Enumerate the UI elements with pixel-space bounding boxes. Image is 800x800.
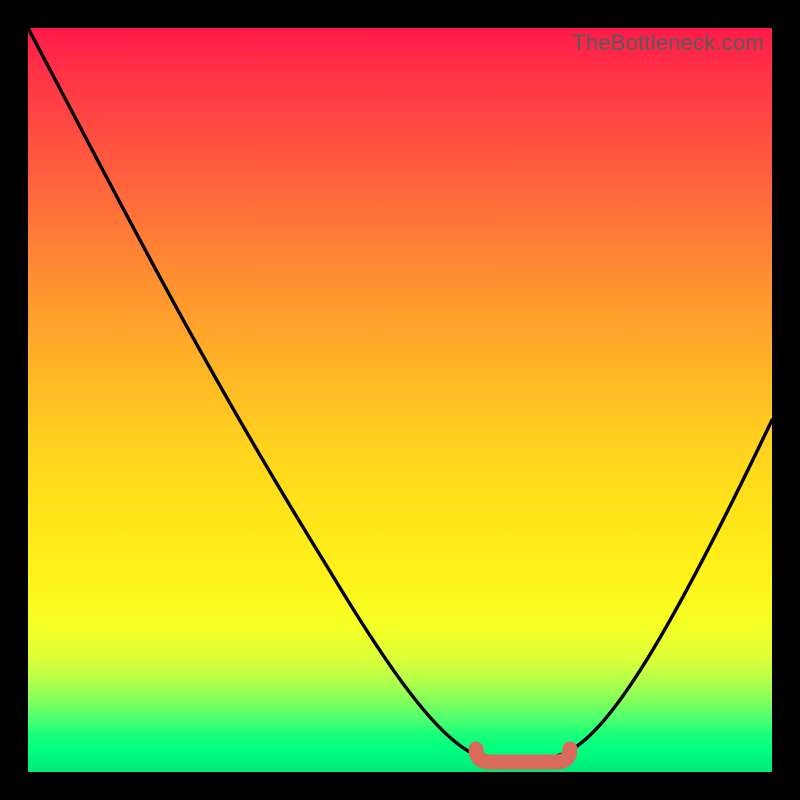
chart-frame: TheBottleneck.com <box>0 0 800 800</box>
bottleneck-curve <box>28 28 772 761</box>
chart-svg <box>28 28 772 772</box>
optimal-range-marker <box>476 749 570 762</box>
chart-plot-area: TheBottleneck.com <box>28 28 772 772</box>
